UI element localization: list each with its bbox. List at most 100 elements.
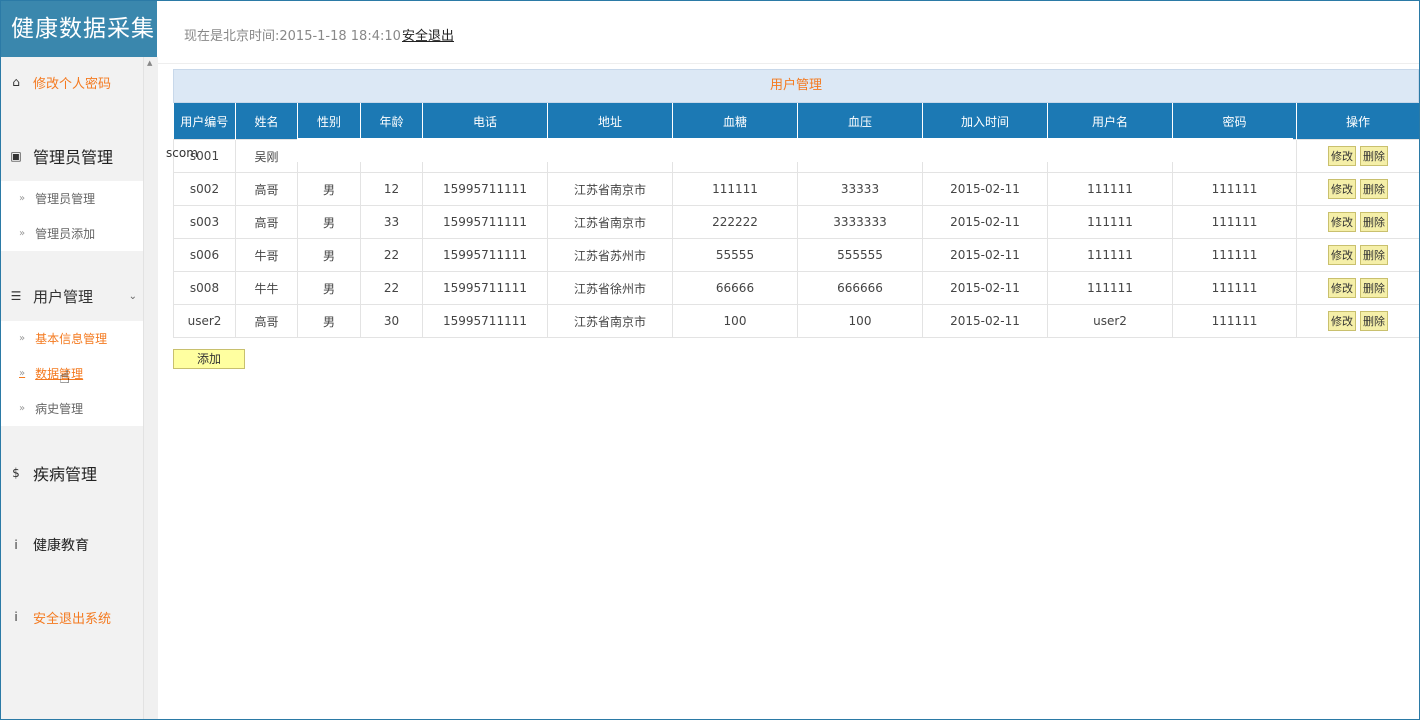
row-actions: 修改 删除 (1296, 139, 1419, 173)
nav-disease[interactable]: $ 疾病管理 (1, 448, 143, 498)
nav-exit-system[interactable]: i 安全退出系统 (1, 592, 143, 642)
table-cell: 111111 (1047, 271, 1173, 305)
chevron-right-icon: » (19, 368, 26, 379)
dollar-icon: $ (12, 466, 20, 480)
overlay-text: scom (166, 146, 198, 160)
list-icon: ☰ (10, 289, 22, 303)
rendering-overlay (297, 138, 1293, 162)
edit-button[interactable]: 修改 (1328, 179, 1356, 199)
table-cell: 高哥 (235, 172, 298, 206)
table-cell: 男 (297, 271, 361, 305)
table-cell: 男 (297, 172, 361, 206)
delete-button[interactable]: 删除 (1360, 311, 1388, 331)
table-cell: 66666 (672, 271, 798, 305)
table-cell: s008 (173, 271, 236, 305)
edit-button[interactable]: 修改 (1328, 278, 1356, 298)
add-button[interactable]: 添加 (173, 349, 245, 369)
row-actions: 修改 删除 (1296, 238, 1419, 272)
chevron-down-icon: ⌄ (128, 290, 137, 302)
delete-button[interactable]: 删除 (1360, 245, 1388, 265)
nav-sub-label: 管理员管理 (35, 192, 96, 206)
table-cell: 江苏省南京市 (547, 205, 673, 239)
table-cell: 吴刚 (235, 139, 298, 173)
table-cell: 30 (360, 304, 423, 338)
table-cell: 高哥 (235, 205, 298, 239)
table-cell: 15995711111 (422, 304, 548, 338)
table-cell: 高哥 (235, 304, 298, 338)
chevron-right-icon: » (19, 193, 26, 204)
sidebar-item-data-manage[interactable]: » 数据管理 (1, 356, 143, 391)
table-cell: 111111 (1047, 205, 1173, 239)
col-header: 姓名 (235, 103, 298, 140)
delete-button[interactable]: 删除 (1360, 212, 1388, 232)
table-cell: 2015-02-11 (922, 271, 1048, 305)
delete-button[interactable]: 删除 (1360, 179, 1388, 199)
sidebar-scrollbar[interactable]: ▲ (143, 57, 158, 719)
sidebar-item-history[interactable]: » 病史管理 (1, 391, 143, 426)
edit-button[interactable]: 修改 (1328, 146, 1356, 166)
nav-label: 疾病管理 (33, 465, 98, 484)
sidebar: 健康数据采集 ▲ ⌂ 修改个人密码 ▣ 管理员管理 » 管理员管理 » 管理员添… (1, 1, 158, 719)
table-cell: 33333 (797, 172, 923, 206)
table-cell: 666666 (797, 271, 923, 305)
edit-button[interactable]: 修改 (1328, 311, 1356, 331)
table-cell: 111111 (1047, 172, 1173, 206)
sidebar-item-admin-add[interactable]: » 管理员添加 (1, 216, 143, 251)
table-cell: 15995711111 (422, 238, 548, 272)
nav-user-header[interactable]: ☰ 用户管理 ⌄ (1, 271, 143, 321)
top-bar: 现在是北京时间:2015-1-18 18:4:10 安全退出 (158, 1, 1419, 64)
table-row: s008 牛牛男 22 15995711111 江苏省徐州市 66666 666666 201… (173, 271, 1419, 305)
sidebar-item-basic-info[interactable]: » 基本信息管理 (1, 321, 143, 356)
user-submenu: » 基本信息管理 » 数据管理 » 病史管理 (1, 321, 143, 426)
table-cell: s003 (173, 205, 236, 239)
table-cell: 15995711111 (422, 205, 548, 239)
table-cell: 2015-02-11 (922, 172, 1048, 206)
table-row: s006 牛哥男 22 15995711111 江苏省苏州市 55555 555555 201… (173, 238, 1419, 272)
delete-button[interactable]: 删除 (1360, 146, 1388, 166)
table-cell: 222222 (672, 205, 798, 239)
table-cell: 12 (360, 172, 423, 206)
app-frame: 健康数据采集 ▲ ⌂ 修改个人密码 ▣ 管理员管理 » 管理员管理 » 管理员添… (0, 0, 1420, 720)
nav-admin-header[interactable]: ▣ 管理员管理 (1, 131, 143, 181)
edit-button[interactable]: 修改 (1328, 245, 1356, 265)
table-cell: 江苏省徐州市 (547, 271, 673, 305)
nav-label: 修改个人密码 (33, 76, 112, 92)
table-cell: 15995711111 (422, 172, 548, 206)
admin-submenu: » 管理员管理 » 管理员添加 (1, 181, 143, 251)
nav-education[interactable]: i 健康教育 (1, 520, 143, 570)
table-cell: 2015-02-11 (922, 304, 1048, 338)
logout-link[interactable]: 安全退出 (402, 25, 454, 44)
nav-change-password[interactable]: ⌂ 修改个人密码 (1, 57, 143, 107)
col-header: 血糖 (672, 103, 798, 140)
table-cell: 3333333 (797, 205, 923, 239)
app-title: 健康数据采集 (1, 1, 157, 57)
row-actions: 修改 删除 (1296, 205, 1419, 239)
table-cell: 111111 (672, 172, 798, 206)
info-icon: i (14, 610, 18, 624)
col-header: 加入时间 (922, 103, 1048, 140)
col-header: 性别 (297, 103, 361, 140)
edit-button[interactable]: 修改 (1328, 212, 1356, 232)
table-cell: s002 (173, 172, 236, 206)
nav-sub-label: 病史管理 (35, 402, 84, 416)
col-header: 用户编号 (173, 103, 236, 140)
table-cell: user2 (1047, 304, 1173, 338)
table-cell: 22 (360, 238, 423, 272)
col-header: 电话 (422, 103, 548, 140)
table-cell: 男 (297, 304, 361, 338)
row-actions: 修改 删除 (1296, 172, 1419, 206)
table-cell: 33 (360, 205, 423, 239)
table-cell: 男 (297, 238, 361, 272)
sidebar-item-admin-manage[interactable]: » 管理员管理 (1, 181, 143, 216)
nav-sub-label: 管理员添加 (35, 227, 96, 241)
table-cell: 男 (297, 205, 361, 239)
table-cell: 111111 (1172, 205, 1297, 239)
scroll-up-icon[interactable]: ▲ (147, 59, 152, 67)
delete-button[interactable]: 删除 (1360, 278, 1388, 298)
table-cell: 江苏省苏州市 (547, 238, 673, 272)
nav-label: 安全退出系统 (33, 611, 112, 627)
chevron-right-icon: » (19, 403, 26, 414)
table-header-row: 用户编号 姓名 性别 年龄 电话 地址 血糖 血压 加入时间 用户名 密码 操作 (173, 103, 1419, 140)
info-icon: i (14, 538, 18, 552)
table-cell: user2 (173, 304, 236, 338)
